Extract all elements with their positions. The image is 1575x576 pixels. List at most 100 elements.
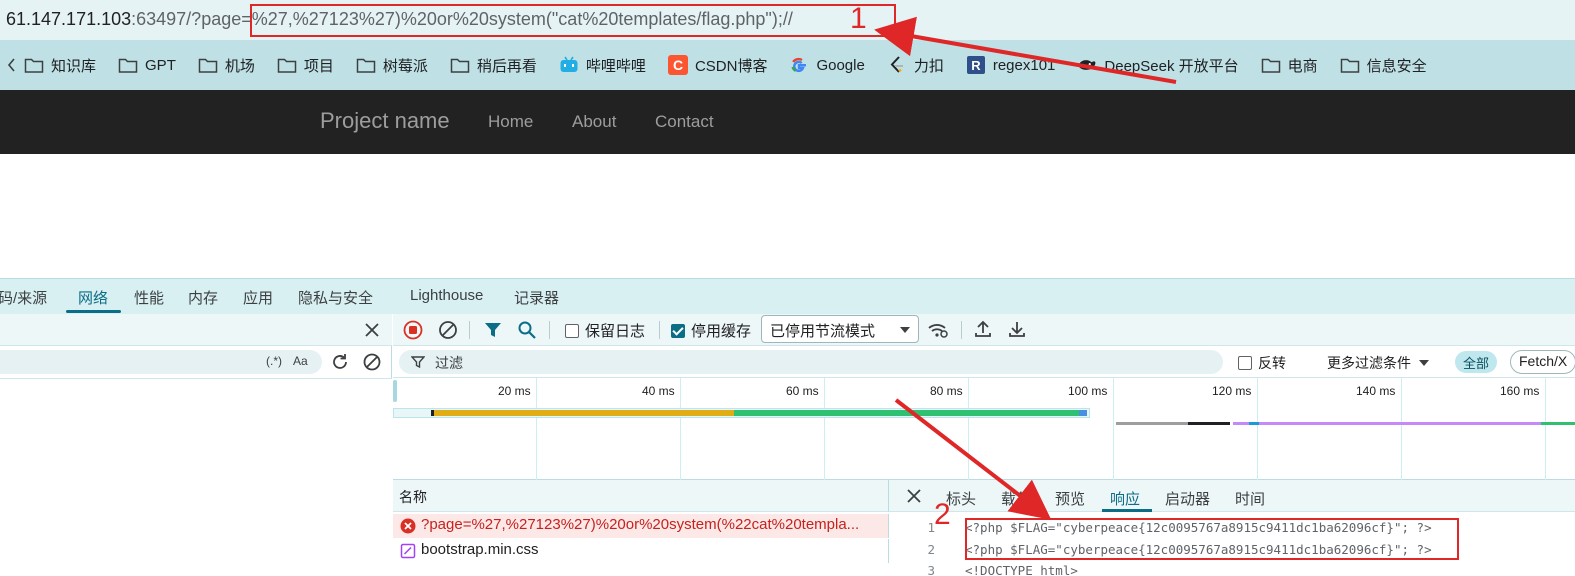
tab-memory[interactable]: 内存 — [188, 287, 218, 308]
annotation-number-2: 2 — [934, 498, 951, 531]
tab-timing[interactable]: 时间 — [1235, 488, 1265, 509]
url-text[interactable]: 61.147.171.103:63497/?page=%27,%27123%27… — [6, 9, 793, 30]
tab-lighthouse[interactable]: Lighthouse — [410, 287, 483, 304]
bookmark-deepseek[interactable]: DeepSeek 开放平台 — [1077, 50, 1239, 80]
tab-privacy-security[interactable]: 隐私与安全 — [298, 287, 373, 308]
bookmark-gpt[interactable]: GPT — [118, 50, 176, 80]
bookmark-google[interactable]: Google — [789, 50, 865, 80]
tab-application[interactable]: 应用 — [243, 287, 273, 308]
search-icon[interactable] — [517, 320, 537, 340]
network-filter-row: 过滤 反转 更多过滤条件 全部 Fetch/X — [393, 346, 1575, 378]
nav-link-home[interactable]: Home — [488, 112, 533, 132]
tab-initiator[interactable]: 启动器 — [1165, 488, 1210, 509]
folder-icon — [24, 55, 44, 75]
line-content: <?php $FLAG="cyberpeace{12c0095767a8915c… — [965, 542, 1432, 557]
tick-label: 140 ms — [1356, 384, 1396, 398]
tab-network[interactable]: 网络 — [78, 287, 108, 308]
timeline-start-marker[interactable] — [393, 380, 397, 402]
bookmark-label: CSDN博客 — [694, 57, 768, 75]
request-name: bootstrap.min.css — [421, 541, 539, 558]
bookmark-leetcode[interactable]: 力扣 — [887, 50, 944, 80]
bookmark-label: regex101 — [992, 56, 1056, 74]
preserve-log-checkbox[interactable]: 保留日志 — [565, 320, 645, 341]
clear-search-icon[interactable] — [362, 352, 382, 372]
url-query-value: %27,%27123%27)%20or%20system("cat%20temp… — [251, 9, 793, 29]
preserve-log-label: 保留日志 — [585, 323, 646, 340]
search-panel-header — [0, 314, 392, 346]
bookmark-label: Google — [816, 56, 865, 74]
bookmark-xiangmu[interactable]: 项目 — [277, 50, 334, 80]
address-bar[interactable]: 61.147.171.103:63497/?page=%27,%27123%27… — [0, 0, 1575, 40]
filter-fetch-xhr-chip[interactable]: Fetch/X — [1510, 350, 1575, 374]
chevron-down-icon — [900, 327, 910, 333]
checkbox-box[interactable] — [565, 323, 579, 338]
tab-preview[interactable]: 预览 — [1055, 488, 1085, 509]
request-row[interactable]: bootstrap.min.css — [393, 539, 889, 563]
toolbar-separator — [469, 321, 470, 339]
request-row[interactable]: ?page=%27,%27123%27)%20or%20system(%22ca… — [393, 514, 889, 538]
timeline-bar-end — [1079, 410, 1087, 416]
bookmark-shaohouzaikan[interactable]: 稍后再看 — [450, 50, 537, 80]
response-code-view[interactable]: 1 <?php $FLAG="cyberpeace{12c0095767a891… — [889, 512, 1575, 576]
bookmark-zhishiku[interactable]: 知识库 — [24, 50, 96, 80]
timeline-bar-purple — [1233, 422, 1249, 425]
bookmark-shumeipai[interactable]: 树莓派 — [356, 50, 428, 80]
tick-line — [1401, 378, 1402, 480]
refresh-icon[interactable] — [330, 352, 350, 372]
search-panel: (.*) Aa — [0, 314, 392, 576]
search-input[interactable]: (.*) Aa — [0, 350, 322, 374]
chevron-left-icon[interactable] — [6, 55, 16, 75]
toolbar-separator — [961, 321, 962, 339]
nav-link-about[interactable]: About — [572, 112, 616, 132]
record-stop-icon[interactable] — [403, 320, 423, 340]
bookmark-csdn[interactable]: C CSDN博客 — [667, 50, 768, 80]
clear-log-icon[interactable] — [438, 320, 458, 340]
leetcode-icon — [887, 55, 907, 75]
match-case-toggle[interactable]: Aa — [293, 354, 308, 368]
tab-performance[interactable]: 性能 — [134, 287, 164, 308]
requests-name-header[interactable]: 名称 — [393, 480, 889, 512]
bookmark-label: 信息安全 — [1366, 57, 1427, 75]
bookmark-bilibili[interactable]: 哔哩哔哩 — [559, 50, 646, 80]
tab-recorder[interactable]: 记录器 — [514, 287, 559, 308]
navbar-brand[interactable]: Project name — [320, 108, 450, 134]
checkbox-box[interactable] — [671, 323, 685, 338]
network-conditions-icon[interactable] — [927, 320, 949, 340]
filter-all-chip[interactable]: 全部 — [1455, 351, 1498, 373]
tab-response[interactable]: 响应 — [1110, 488, 1140, 509]
folder-icon — [356, 55, 376, 75]
bookmark-label: 力扣 — [913, 57, 944, 75]
response-tab-strip: 标头 载荷 预览 响应 启动器 时间 — [889, 480, 1575, 512]
folder-icon — [1261, 55, 1281, 75]
upload-icon[interactable] — [973, 319, 993, 339]
annotation-number-1: 1 — [850, 2, 867, 35]
more-filters-dropdown[interactable]: 更多过滤条件 — [1327, 353, 1429, 373]
filter-icon[interactable] — [483, 320, 503, 340]
disable-cache-checkbox[interactable]: 停用缓存 — [671, 320, 751, 341]
filter-input[interactable]: 过滤 — [399, 350, 1223, 374]
download-icon[interactable] — [1007, 319, 1027, 339]
regex-toggle[interactable]: (.*) — [266, 354, 282, 368]
tab-sources[interactable]: 码/来源 — [0, 287, 47, 308]
folder-icon — [118, 55, 138, 75]
folder-icon — [1340, 55, 1360, 75]
tab-payload[interactable]: 载荷 — [1001, 488, 1031, 509]
network-timeline[interactable]: 20 ms 40 ms 60 ms 80 ms 100 ms 120 ms 14… — [393, 378, 1575, 480]
tick-label: 100 ms — [1068, 384, 1108, 398]
bookmark-regex101[interactable]: R regex101 — [966, 50, 1056, 80]
close-icon[interactable] — [907, 489, 921, 503]
tick-label: 40 ms — [642, 384, 675, 398]
name-column-label: 名称 — [399, 489, 427, 505]
checkbox-box[interactable] — [1238, 356, 1252, 370]
tick-line — [824, 378, 825, 480]
bookmark-dianshang[interactable]: 电商 — [1261, 50, 1318, 80]
bookmark-xinxianquan[interactable]: 信息安全 — [1340, 50, 1427, 80]
nav-link-contact[interactable]: Contact — [655, 112, 714, 132]
bookmark-jichang[interactable]: 机场 — [198, 50, 255, 80]
disable-cache-label: 停用缓存 — [691, 323, 752, 340]
invert-checkbox[interactable]: 反转 — [1238, 353, 1286, 373]
line-content: <?php $FLAG="cyberpeace{12c0095767a8915c… — [965, 520, 1432, 535]
throttling-select[interactable]: 已停用节流模式 — [761, 315, 919, 343]
close-icon[interactable] — [364, 322, 380, 338]
timeline-bar-gray — [1116, 422, 1188, 425]
